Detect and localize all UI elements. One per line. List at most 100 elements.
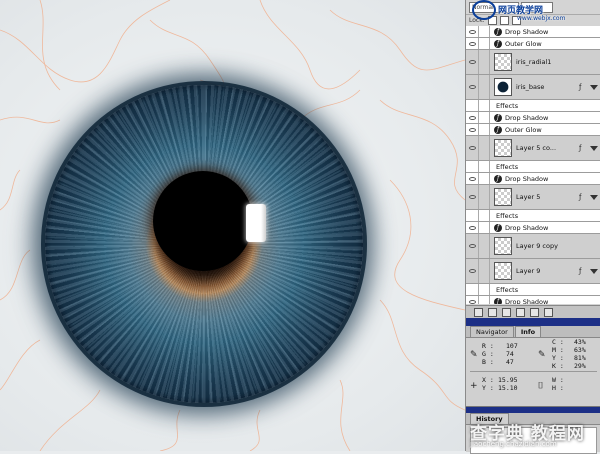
link-toggle[interactable]: [479, 50, 490, 74]
tab-info[interactable]: Info: [514, 326, 542, 337]
effect-name: Outer Glow: [505, 39, 542, 48]
visibility-toggle[interactable]: [466, 259, 479, 283]
effects-header[interactable]: Effects: [466, 210, 600, 222]
eyedropper-icon: ✎: [470, 350, 478, 360]
layer-name: Layer 9 copy: [516, 242, 558, 250]
adjustment-layer-button[interactable]: [516, 308, 525, 317]
h-label: H :: [552, 384, 564, 392]
visibility-toggle[interactable]: [466, 173, 479, 184]
visibility-toggle[interactable]: [466, 296, 479, 304]
layer-row[interactable]: iris_radial1: [466, 50, 600, 75]
effect-icon: ƒ: [494, 27, 502, 36]
new-set-button[interactable]: [502, 308, 511, 317]
link-toggle[interactable]: [479, 234, 490, 258]
visibility-toggle[interactable]: [466, 124, 479, 135]
eye-icon: [468, 299, 476, 304]
layer-thumbnail: [494, 139, 512, 157]
eye-icon: [468, 176, 476, 181]
layer-thumbnail: [494, 262, 512, 280]
expand-triangle-icon[interactable]: [590, 145, 598, 151]
info-divider: [470, 371, 597, 372]
layer-row[interactable]: Layer 9 ƒ: [466, 259, 600, 284]
info-palette: Navigator Info ✎ R : 107 G : 74 B : 47 ✎…: [466, 318, 600, 406]
visibility-toggle[interactable]: [466, 26, 479, 37]
layer-style-button[interactable]: [474, 308, 483, 317]
effect-name: Drop Shadow: [505, 27, 549, 36]
visibility-toggle[interactable]: [466, 112, 479, 123]
link-toggle[interactable]: [479, 259, 490, 283]
link-toggle: [479, 222, 490, 233]
effects-header[interactable]: Effects: [466, 284, 600, 296]
eye-icon: [468, 195, 476, 199]
eye-icon: [468, 244, 476, 248]
document-canvas[interactable]: [0, 0, 465, 451]
visibility-toggle[interactable]: [466, 38, 479, 49]
fx-icon: ƒ: [579, 266, 582, 275]
b-value: 47: [506, 358, 514, 366]
c-label: C :: [552, 338, 564, 346]
layer-name: iris_base: [516, 83, 545, 91]
link-toggle: [479, 284, 490, 295]
layer-row[interactable]: Layer 9 copy: [466, 234, 600, 259]
link-toggle[interactable]: [479, 136, 490, 160]
k-value: 29%: [574, 362, 586, 370]
effects-header[interactable]: Effects: [466, 161, 600, 173]
visibility-toggle[interactable]: [466, 234, 479, 258]
effect-icon: ƒ: [494, 297, 502, 304]
eye-icon: [468, 115, 476, 120]
eye-icon: [468, 127, 476, 132]
w-label: W :: [552, 376, 564, 384]
visibility-toggle[interactable]: [466, 210, 479, 221]
trash-icon[interactable]: [544, 308, 553, 317]
expand-triangle-icon[interactable]: [590, 194, 598, 200]
size-icon: ⌷: [538, 381, 544, 391]
effect-row[interactable]: ƒ Outer Glow: [466, 38, 600, 50]
visibility-toggle[interactable]: [466, 100, 479, 111]
m-value: 63%: [574, 346, 586, 354]
eyedropper-icon: ✎: [538, 350, 546, 360]
link-toggle[interactable]: [479, 75, 490, 99]
effects-header[interactable]: Effects: [466, 100, 600, 112]
visibility-toggle[interactable]: [466, 222, 479, 233]
effect-row[interactable]: ƒ Drop Shadow: [466, 173, 600, 185]
watermark-logo: [472, 0, 496, 20]
visibility-toggle[interactable]: [466, 75, 479, 99]
info-titlebar[interactable]: [466, 318, 600, 326]
layer-row[interactable]: iris_base ƒ: [466, 75, 600, 100]
info-readout: ✎ R : 107 G : 74 B : 47 ✎ C : 43% M : 63…: [466, 338, 600, 406]
effect-name: Outer Glow: [505, 125, 542, 134]
eye-icon: [468, 41, 476, 46]
effect-icon: ƒ: [494, 113, 502, 122]
visibility-toggle[interactable]: [466, 161, 479, 172]
fx-icon: ƒ: [579, 192, 582, 201]
effect-row[interactable]: ƒ Drop Shadow: [466, 222, 600, 234]
visibility-toggle[interactable]: [466, 50, 479, 74]
expand-triangle-icon[interactable]: [590, 268, 598, 274]
eye-icon: [468, 29, 476, 34]
y-coord-label: Y :: [482, 384, 494, 392]
effect-row[interactable]: ƒ Drop Shadow: [466, 26, 600, 38]
add-mask-button[interactable]: [488, 308, 497, 317]
effect-row[interactable]: ƒ Outer Glow: [466, 124, 600, 136]
lock-image-checkbox[interactable]: [499, 16, 509, 25]
effects-label: Effects: [496, 162, 519, 171]
visibility-toggle[interactable]: [466, 185, 479, 209]
new-layer-button[interactable]: [530, 308, 539, 317]
layer-thumbnail: [494, 78, 512, 96]
eye-icon: [468, 225, 476, 230]
layer-row[interactable]: Layer 5 co... ƒ: [466, 136, 600, 161]
expand-triangle-icon[interactable]: [590, 84, 598, 90]
effect-row[interactable]: ƒ Drop Shadow: [466, 112, 600, 124]
link-toggle: [479, 100, 490, 111]
link-toggle: [479, 26, 490, 37]
effect-row[interactable]: ƒ Drop Shadow: [466, 296, 600, 304]
visibility-toggle[interactable]: [466, 284, 479, 295]
k-label: K :: [552, 362, 564, 370]
layers-toolbar: [466, 305, 600, 319]
visibility-toggle[interactable]: [466, 136, 479, 160]
link-toggle[interactable]: [479, 185, 490, 209]
r-value: 107: [506, 342, 518, 350]
link-toggle: [479, 124, 490, 135]
tab-navigator[interactable]: Navigator: [470, 326, 514, 337]
layer-row[interactable]: Layer 5 ƒ: [466, 185, 600, 210]
